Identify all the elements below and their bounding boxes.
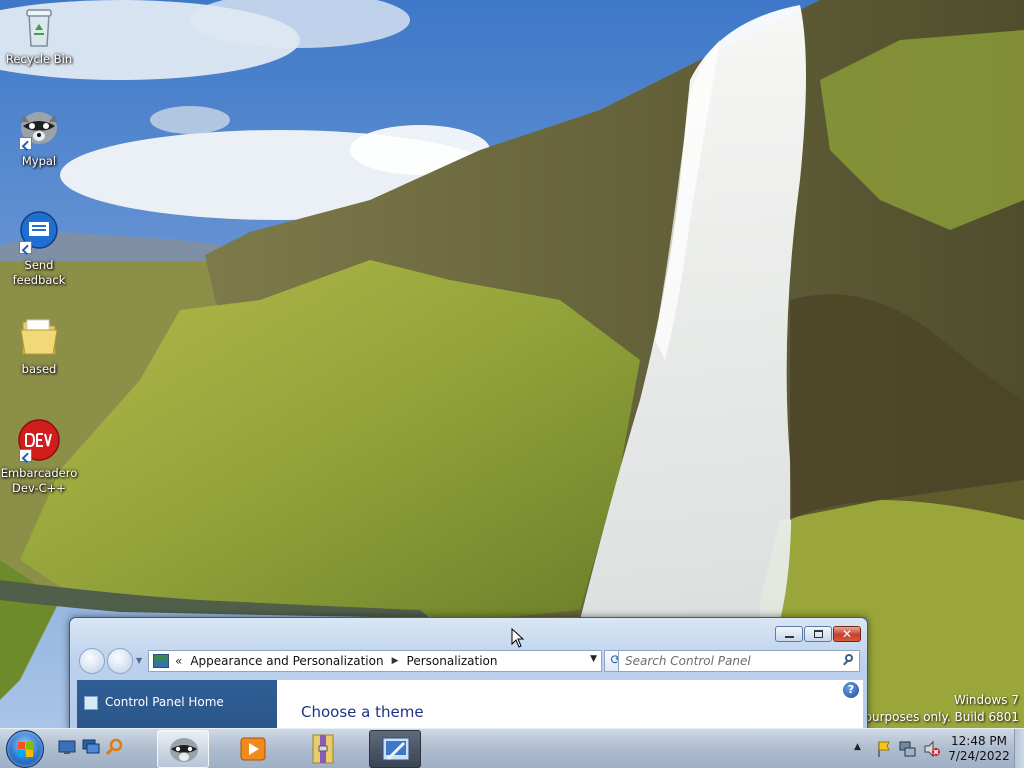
help-icon[interactable]: ? [843, 682, 859, 698]
recent-pages-dropdown[interactable]: ▼ [136, 656, 142, 665]
window-caption-buttons: ✕ [775, 626, 861, 642]
control-panel-home-icon [84, 696, 98, 710]
address-bar[interactable]: « Appearance and Personalization ▶ Perso… [148, 650, 602, 672]
action-center-flag-icon[interactable] [876, 740, 892, 758]
taskbar-button-archive[interactable] [297, 730, 349, 768]
clock-time: 12:48 PM [951, 734, 1007, 748]
archive-icon [312, 734, 334, 764]
taskbar-button-mypal[interactable] [157, 730, 209, 768]
minimize-button[interactable] [775, 626, 803, 642]
maximize-button[interactable] [804, 626, 832, 642]
taskbar-button-media-player[interactable] [227, 730, 279, 768]
minimize-icon [785, 636, 794, 638]
desktop-icon-label: Mypal [21, 154, 57, 168]
media-player-icon [240, 737, 266, 761]
watermark-build: ng purposes only. Build 6801 [845, 710, 1019, 724]
watermark-os: Windows 7 [953, 693, 1019, 707]
shortcut-arrow-icon [19, 241, 32, 254]
page-title: Choose a theme [301, 703, 424, 721]
desktop-icon-devcpp[interactable]: Embarcadero Dev-C++ [0, 418, 78, 496]
control-panel-icon [153, 654, 169, 668]
clock-date: 7/24/2022 [948, 749, 1010, 763]
control-panel-icon [382, 737, 410, 761]
mypal-raccoon-icon [17, 106, 61, 150]
folder-icon [17, 314, 61, 358]
show-hidden-icons-arrow[interactable]: ▲ [854, 742, 861, 752]
mypal-raccoon-icon [170, 738, 198, 762]
taskbar: ▲ 12:48 PM 7/24/2022 [0, 728, 1024, 768]
search-icon[interactable] [105, 738, 124, 756]
desktop-icon-label: Embarcadero [0, 466, 78, 480]
close-icon: ✕ [841, 627, 853, 641]
feedback-chat-icon [17, 210, 61, 254]
devcpp-icon [17, 418, 61, 462]
desktop-icon-label: Recycle Bin [5, 52, 73, 66]
desktop-icon-send-feedback[interactable]: Send feedback [0, 210, 78, 288]
main-content-pane: Choose a theme ? [277, 680, 863, 730]
shortcut-arrow-icon [19, 449, 32, 462]
search-input[interactable]: Search Control Panel [618, 650, 860, 672]
taskbar-button-control-panel[interactable] [369, 730, 421, 768]
address-overflow-chevron[interactable]: « [175, 654, 182, 668]
desktop-icon-label: Send [24, 258, 54, 272]
left-navigation-pane: Control Panel Home [77, 680, 277, 730]
desktop-icon-based-folder[interactable]: based [0, 314, 78, 377]
network-icon[interactable] [899, 740, 917, 758]
control-panel-window[interactable]: ✕ ▼ « Appearance and Personalization ▶ P… [69, 617, 868, 731]
start-button[interactable] [6, 730, 44, 768]
forward-button[interactable] [107, 648, 133, 674]
control-panel-home-link[interactable]: Control Panel Home [105, 695, 224, 709]
volume-muted-icon[interactable] [923, 740, 941, 758]
show-desktop-icon[interactable] [58, 738, 76, 756]
desktop-icon-label-line2: feedback [12, 273, 66, 287]
desktop-icon-recycle-bin[interactable]: Recycle Bin [0, 4, 78, 67]
close-button[interactable]: ✕ [833, 626, 861, 642]
windows-build-watermark: Windows 7 ng purposes only. Build 6801 [845, 692, 1019, 726]
desktop-icon-label-line2: Dev-C++ [12, 481, 66, 495]
show-desktop-button[interactable] [1014, 729, 1024, 768]
maximize-icon [814, 630, 823, 638]
back-button[interactable] [79, 648, 105, 674]
mouse-cursor-icon [511, 627, 525, 651]
desktop-icon-label: based [21, 362, 57, 376]
switch-windows-icon[interactable] [82, 738, 100, 756]
clock[interactable]: 12:48 PM 7/24/2022 [944, 734, 1014, 764]
windows-logo-icon [18, 742, 34, 758]
desktop-icon-mypal[interactable]: Mypal [0, 106, 78, 169]
breadcrumb-personalization[interactable]: Personalization [407, 654, 498, 668]
recycle-bin-icon [17, 4, 61, 48]
shortcut-arrow-icon [19, 137, 32, 150]
address-dropdown-arrow-icon[interactable]: ▼ [590, 654, 597, 664]
breadcrumb-separator-arrow-icon[interactable]: ▶ [392, 656, 399, 666]
breadcrumb-appearance[interactable]: Appearance and Personalization [190, 654, 383, 668]
